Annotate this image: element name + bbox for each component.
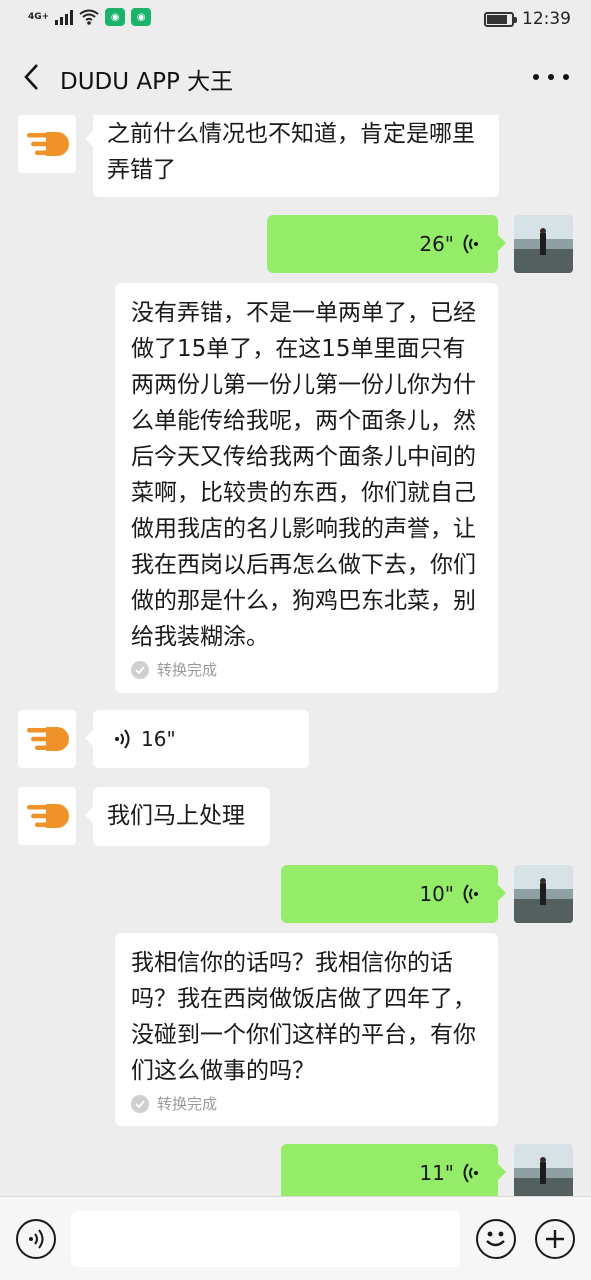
check-icon <box>131 661 149 679</box>
voice-duration: 11" <box>419 1161 454 1185</box>
voice-wave-icon <box>463 234 478 254</box>
signal-icon <box>55 9 74 25</box>
dudu-logo-icon <box>27 132 69 156</box>
dudu-logo-icon <box>27 727 69 751</box>
status-bar: 4G+ ◉ ◉ 12:39 <box>0 0 591 40</box>
voice-wave-icon <box>115 729 130 749</box>
voice-duration: 10" <box>419 882 454 906</box>
emoji-button[interactable] <box>476 1219 516 1259</box>
user-photo <box>514 215 573 273</box>
user-avatar[interactable] <box>514 865 573 923</box>
voice-wave-icon <box>463 884 478 904</box>
user-photo <box>514 865 573 923</box>
voice-message[interactable]: 16" <box>85 710 309 768</box>
bot-avatar[interactable] <box>18 115 76 173</box>
user-avatar[interactable] <box>514 215 573 273</box>
dudu-logo-icon <box>27 804 69 828</box>
input-bar <box>0 1196 591 1280</box>
check-icon <box>131 1095 149 1113</box>
message-bubble[interactable]: 之前什么情况也不知道，肯定是哪里弄错了 <box>85 115 499 197</box>
user-photo <box>514 1144 573 1196</box>
user-avatar[interactable] <box>514 1144 573 1196</box>
bot-avatar[interactable] <box>18 787 76 845</box>
conversion-status: 转换完成 <box>131 659 482 681</box>
more-dot <box>563 74 569 80</box>
transcript-text: 我相信你的话吗？我相信你的话吗？我在西岗做饭店做了四年了，没碰到一个你们这样的平… <box>131 950 476 1084</box>
voice-message[interactable]: 10" <box>281 865 506 923</box>
chat-header: DUDU APP 大王 <box>0 40 591 115</box>
plus-icon <box>546 1230 564 1248</box>
conversion-status: 转换完成 <box>131 1093 482 1115</box>
conversion-status-text: 转换完成 <box>157 661 218 679</box>
wifi-icon <box>79 9 99 25</box>
message-text: 我们马上处理 <box>107 803 245 829</box>
message-input[interactable] <box>71 1211 460 1267</box>
message-bubble[interactable]: 我们马上处理 <box>85 787 270 846</box>
network-type: 4G+ <box>28 11 50 22</box>
more-button[interactable] <box>533 62 569 92</box>
voice-mode-icon <box>29 1229 44 1249</box>
emoji-icon <box>486 1231 505 1247</box>
more-functions-button[interactable] <box>535 1219 575 1259</box>
chevron-left-icon <box>24 64 38 90</box>
voice-message[interactable]: 26" <box>267 215 506 273</box>
voice-transcript[interactable]: 我相信你的话吗？我相信你的话吗？我在西岗做饭店做了四年了，没碰到一个你们这样的平… <box>115 933 498 1126</box>
more-dot <box>548 74 554 80</box>
status-time: 12:39 <box>522 9 571 29</box>
voice-duration: 16" <box>141 727 176 751</box>
voice-transcript[interactable]: 没有弄错，不是一单两单了，已经做了15单了，在这15单里面只有两两份儿第一份儿第… <box>115 283 498 693</box>
voice-mode-button[interactable] <box>16 1219 56 1259</box>
conversion-status-text: 转换完成 <box>157 1095 218 1113</box>
chat-messages[interactable]: 之前什么情况也不知道，肯定是哪里弄错了 26" 没有弄错，不是一单两单了，已经做… <box>0 115 591 1196</box>
more-dots-icon <box>533 74 539 80</box>
battery-icon <box>484 11 517 27</box>
status-left: 4G+ ◉ ◉ <box>28 8 152 26</box>
voice-duration: 26" <box>419 232 454 256</box>
notification-app-icon: ◉ <box>131 8 152 26</box>
bot-avatar[interactable] <box>18 710 76 768</box>
voice-message[interactable]: 11" <box>281 1144 506 1196</box>
transcript-text: 没有弄错，不是一单两单了，已经做了15单了，在这15单里面只有两两份儿第一份儿第… <box>131 300 476 650</box>
voice-wave-icon <box>463 1163 478 1183</box>
status-right: 12:39 <box>484 9 571 29</box>
back-button[interactable] <box>14 60 48 94</box>
message-text: 之前什么情况也不知道，肯定是哪里弄错了 <box>107 121 475 183</box>
chat-title: DUDU APP 大王 <box>60 69 234 95</box>
notification-app-icon: ◉ <box>105 8 126 26</box>
